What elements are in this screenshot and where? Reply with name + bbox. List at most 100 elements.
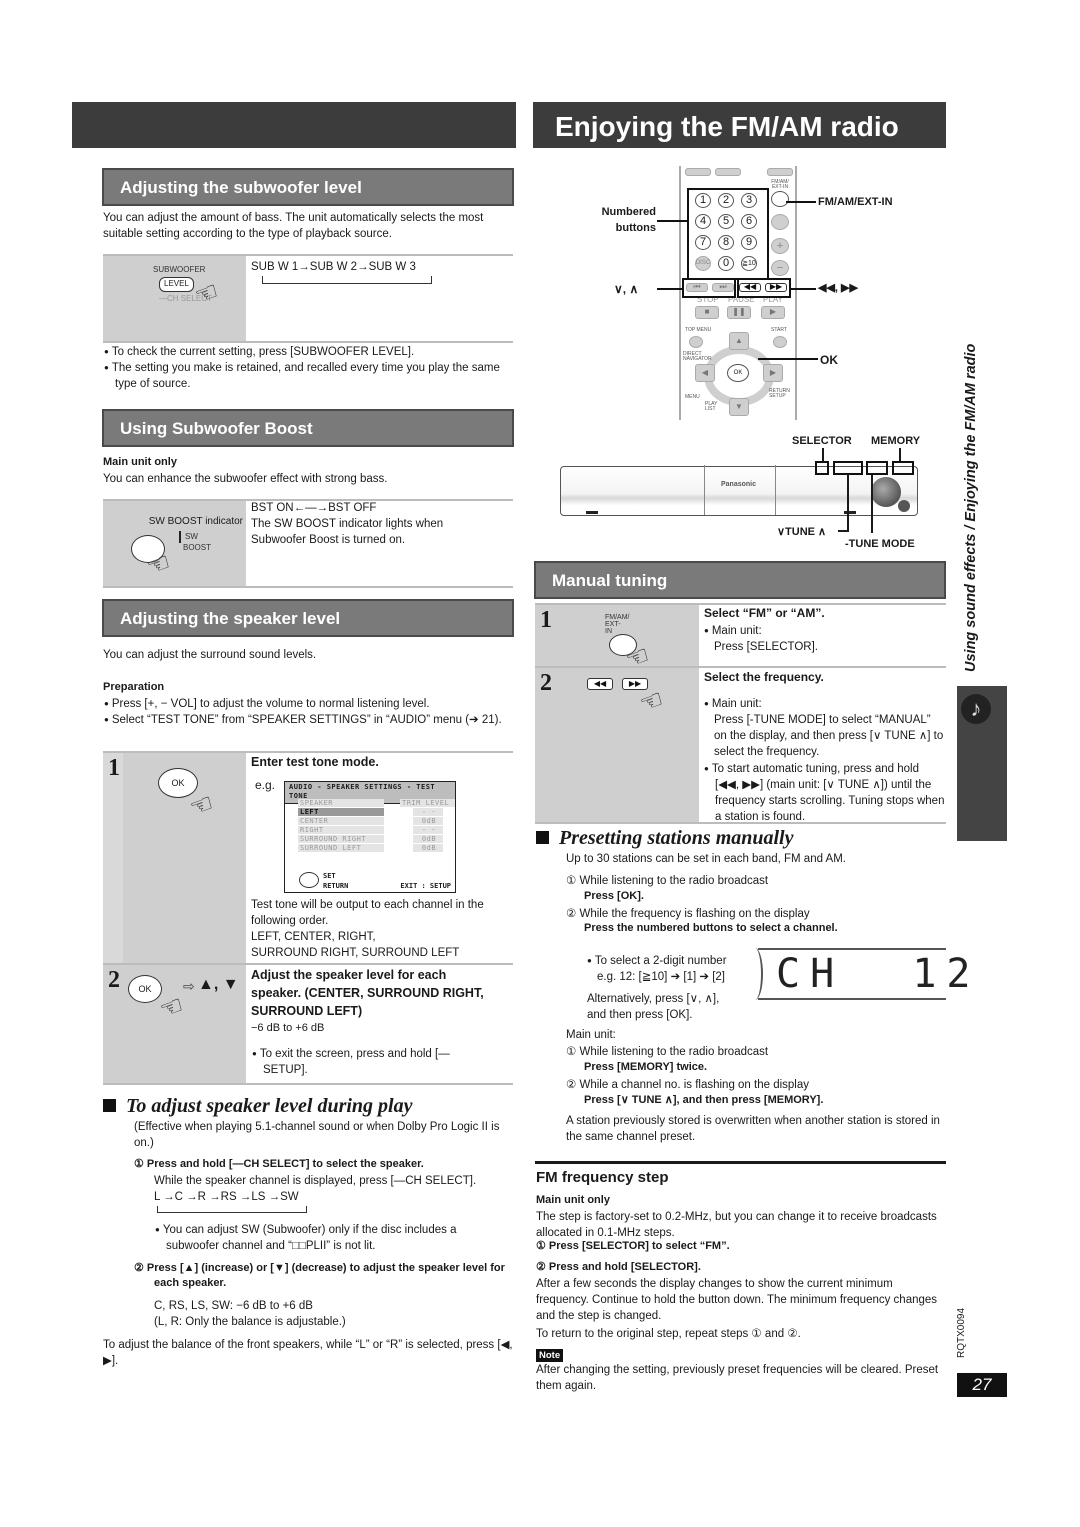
small-knob [898,500,910,512]
boost-label: BOOST [183,543,212,552]
step-title: Enter test tone mode. [251,755,379,769]
vol-up-button: + [771,238,789,254]
alternative-text: Alternatively, press [∨, ∧], [587,993,720,1005]
callout-ok: OK [820,353,838,367]
menu-header-speaker: SPEAKER [298,799,384,807]
tune-buttons[interactable] [833,461,863,475]
dpad-right: ▶ [763,364,783,382]
menu-row-surround-right[interactable]: SURROUND RIGHT [298,835,384,843]
remote-key [767,168,793,176]
dpad-icon [299,872,319,888]
menu-value: 0dB [413,817,443,825]
selector-label: SELECTOR [792,435,852,447]
menu-value: 0dB [413,844,443,852]
right-title-bar: Enjoying the FM/AM radio [533,102,946,148]
section-heading-fm-step: FM frequency step [536,1169,669,1186]
alternative-text: and then press [OK]. [587,1009,693,1021]
memory-button[interactable] [892,461,914,475]
brand-logo: Panasonic [721,481,757,488]
tune-mode-label: -TUNE MODE [845,538,915,550]
rewind-button[interactable]: ◀◀ [587,678,613,690]
tune-mode-button[interactable] [866,461,888,475]
loop-arrow-icon [157,1206,307,1213]
left-title-bar [72,102,516,148]
selector-button[interactable] [815,461,829,475]
auto-tuning-note: To start automatic tuning, press and hol… [704,761,946,825]
fm-step-intro: The step is factory-set to 0.2-MHz, but … [536,1211,937,1240]
mu-step1-action: Press [MEMORY] twice. [584,1061,708,1073]
remote-ok-button[interactable]: OK [727,364,749,382]
preparation-item: Press [+, − VOL] to adjust the volume to… [104,696,514,712]
step-description: LEFT, CENTER, RIGHT, [251,931,376,943]
step-text: Press [-TUNE MODE] to select “MANUAL” on… [714,714,944,759]
menu-value: - - [413,826,443,834]
during-play-step1-text: While the speaker channel is displayed, … [154,1175,477,1187]
fm-step-note: After changing the setting, previously p… [536,1364,939,1393]
fm-step1: ① Press [SELECTOR] to select “FM”. [536,1240,730,1252]
fm-step-return: To return to the original step, repeat s… [536,1328,801,1340]
menu-exit-label: EXIT : SETUP [400,882,451,890]
callout-line [657,220,687,222]
subwoofer-note: To check the current setting, press [SUB… [104,344,514,360]
section-heading-presetting: Presetting stations manually [536,825,793,852]
tune-label: ∨TUNE ∧ [777,526,827,538]
callout-line [786,201,816,203]
callout-numbered-buttons: Numbered buttons [601,206,656,234]
during-play-note: You can adjust SW (Subwoofer) only if th… [155,1222,505,1254]
main-unit-only-label: Main unit only [103,456,177,468]
note-badge: Note [536,1349,564,1362]
unit-foot [844,511,856,514]
music-note-icon: ♪ [961,694,991,724]
callout-fm-am-ext-in: FM/AM/EXT-IN [818,196,893,208]
arrow-right-icon: ⇨ [183,978,195,994]
preparation-item: Select “TEST TONE” from “SPEAKER SETTING… [104,712,514,728]
lcd-display: CH 12 [758,948,971,1000]
menu-row-right[interactable]: RIGHT [298,826,384,834]
start-button [773,336,787,348]
step-note: To exit the screen, press and hold [—SET… [252,1046,482,1078]
two-digit-example: e.g. 12: [≧10] ➔ [1] ➔ [2] [597,971,725,983]
overwrite-note: A station previously stored is overwritt… [566,1115,940,1144]
menu-value: 0dB [413,835,443,843]
sw-boost-description: The SW BOOST indicator lights when Subwo… [251,518,444,547]
fm-key-label: FM/AM/ EXT-IN [771,179,789,190]
speaker-level-intro: You can adjust the surround sound levels… [103,649,317,661]
sw-label: SW [185,532,198,541]
step-number: 1 [108,755,120,781]
direct-navigator-label: DIRECT NAVIGATOR [683,351,712,362]
mu-step2-text: ② While a channel no. is flashing on the… [566,1079,810,1091]
step-range: −6 dB to +6 dB [251,1022,325,1034]
eg-label: e.g. [255,778,276,792]
menu-row-surround-left[interactable]: SURROUND LEFT [298,844,384,852]
subwoofer-level-intro: You can adjust the amount of bass. The u… [103,212,484,241]
callout-line [758,358,818,360]
fm-am-ext-in-button[interactable] [771,191,789,207]
step-title: Adjust the speaker level for each speake… [251,968,484,1019]
section-heading-subwoofer-boost: Using Subwoofer Boost [102,409,514,447]
skip-buttons-highlight [682,278,736,298]
callout-skip: ∨, ∧ [614,282,639,296]
dpad-down: ▼ [729,398,749,416]
page-number: 27 [957,1373,1007,1397]
step-description: Test tone will be output to each channel… [251,899,484,928]
dpad-left: ◀ [695,364,715,382]
menu-value: - - [413,808,443,816]
callout-line [838,530,849,532]
step-number: 1 [540,607,552,633]
document-code: RQTX0094 [956,1307,967,1358]
square-bullet-icon [536,831,549,844]
subwoofer-level-button[interactable]: LEVEL [159,277,194,292]
heading-text: Presetting stations manually [559,827,794,849]
channel-sequence: L →C →R →RS →LS →SW [154,1191,299,1203]
unit-center-panel [704,465,776,515]
menu-return-label: RETURN [323,882,349,890]
lcd-left-edge [747,948,763,1000]
top-menu-button [689,336,703,348]
step-title: Select the frequency. [704,670,824,684]
pause-button: ❚❚ [727,306,751,319]
volume-knob [871,477,901,507]
menu-row-center[interactable]: CENTER [298,817,384,825]
menu-row-left[interactable]: LEFT [298,808,384,816]
section-heading-manual-tuning: Manual tuning [534,561,946,599]
main-unit-label: Main unit: [704,696,762,712]
